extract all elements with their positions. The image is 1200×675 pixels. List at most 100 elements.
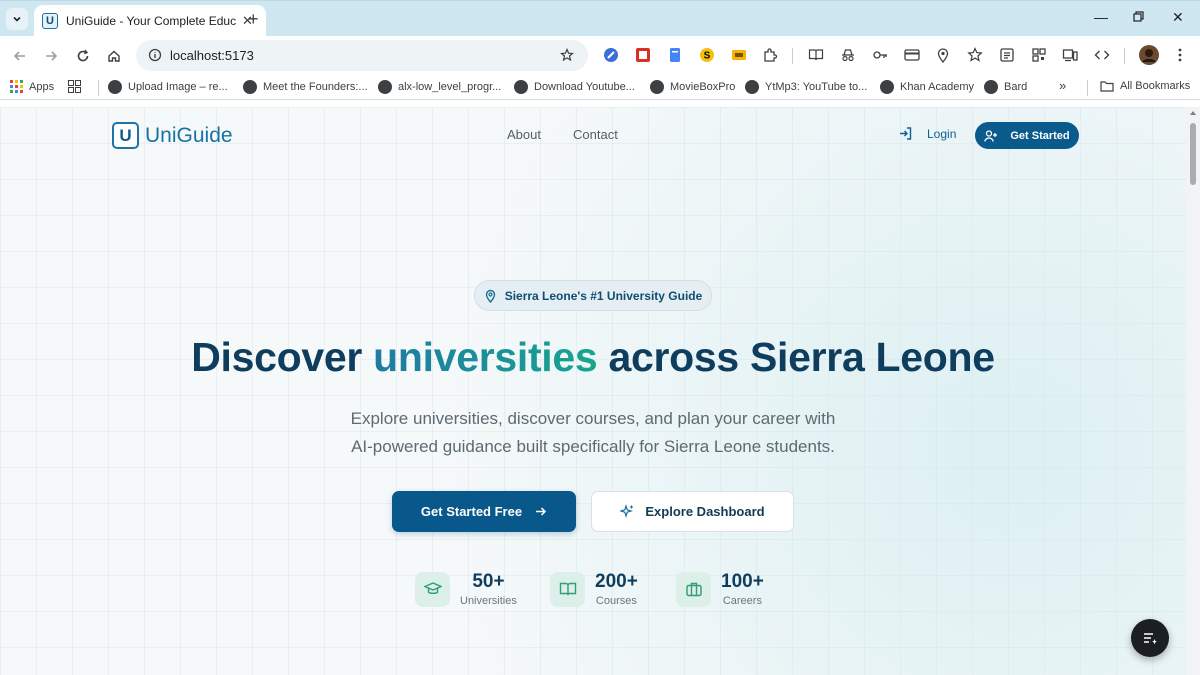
reading-mode-icon[interactable] xyxy=(808,47,824,63)
stat-universities: 50+ Universities xyxy=(415,571,517,607)
devtools-code-icon[interactable] xyxy=(1094,47,1110,63)
bookmark-label: Download Youtube... xyxy=(534,81,635,93)
globe-icon xyxy=(243,80,257,94)
scrollbar-thumb[interactable] xyxy=(1190,123,1196,185)
bookmark-apps[interactable]: Apps xyxy=(10,80,54,93)
extensions-puzzle-icon[interactable] xyxy=(762,47,778,63)
bookmark-bard[interactable]: Bard xyxy=(984,80,1027,94)
nav-link-contact[interactable]: Contact xyxy=(573,127,618,142)
logo-text: UniGuide xyxy=(145,123,233,147)
assistant-chat-button[interactable] xyxy=(1131,619,1169,657)
bookmark-label: Apps xyxy=(29,80,55,93)
headline-pre: Discover xyxy=(191,334,374,380)
scroll-up-arrow-icon[interactable] xyxy=(1190,111,1196,115)
close-window-button[interactable]: ✕ xyxy=(1172,9,1184,26)
bookmarks-overflow-button[interactable]: » xyxy=(1059,78,1066,93)
kebab-menu-icon[interactable] xyxy=(1172,47,1188,63)
map-pin-icon xyxy=(485,289,495,303)
stat-label: Careers xyxy=(722,595,762,607)
stat-label: Universities xyxy=(460,595,517,607)
browser-tabstrip: U UniGuide - Your Complete Educ ✕ + — ✕ xyxy=(0,0,1200,37)
login-button[interactable]: Login xyxy=(898,126,956,141)
browser-toolbar: localhost:5173 S xyxy=(0,36,1200,76)
home-button[interactable] xyxy=(104,46,124,66)
bookmark-khan-academy[interactable]: Khan Academy xyxy=(880,80,974,94)
forward-button[interactable] xyxy=(41,46,61,66)
folder-icon xyxy=(1100,81,1114,92)
rocket-extension-icon[interactable] xyxy=(603,47,619,63)
briefcase-icon xyxy=(676,571,711,607)
book-open-icon xyxy=(550,571,585,607)
location-pin-icon[interactable] xyxy=(935,47,951,63)
qr-code-icon[interactable] xyxy=(1031,47,1047,63)
bookmark-label: Bard xyxy=(1004,81,1028,93)
payment-card-icon[interactable] xyxy=(904,47,920,63)
bookmark-star-icon[interactable] xyxy=(560,48,574,62)
screenshot-extension-icon[interactable] xyxy=(635,47,651,63)
reading-list-icon[interactable] xyxy=(999,47,1015,63)
bookmark-label: Khan Academy xyxy=(900,81,974,93)
headline-post: across Sierra Leone xyxy=(597,334,995,380)
sparkles-icon xyxy=(620,504,634,518)
url-text: localhost:5173 xyxy=(170,48,254,63)
all-bookmarks[interactable]: All Bookmarks xyxy=(1100,80,1190,92)
cta-primary-label: Get Started Free xyxy=(420,504,523,519)
stat-value: 200+ xyxy=(595,571,638,592)
nav-link-about[interactable]: About xyxy=(507,127,541,142)
arrow-right-icon xyxy=(536,507,547,516)
favorites-star-icon[interactable] xyxy=(967,47,983,63)
all-bookmarks-label: All Bookmarks xyxy=(1120,80,1191,92)
get-started-free-button[interactable]: Get Started Free xyxy=(392,491,576,532)
bookmark-download-youtube[interactable]: Download Youtube... xyxy=(514,80,635,94)
stat-value: 100+ xyxy=(721,571,764,592)
address-bar[interactable]: localhost:5173 xyxy=(136,40,588,71)
explore-dashboard-button[interactable]: Explore Dashboard xyxy=(591,491,794,532)
user-plus-icon xyxy=(984,129,998,142)
cast-devices-icon[interactable] xyxy=(1062,47,1078,63)
get-started-button[interactable]: Get Started xyxy=(975,122,1079,149)
back-arrow-icon xyxy=(13,51,25,61)
note-extension-icon[interactable] xyxy=(731,47,747,63)
bookmark-alx[interactable]: alx-low_level_progr... xyxy=(378,80,501,94)
bookmark-meet-founders[interactable]: Meet the Founders:... xyxy=(243,80,368,94)
bookmarks-divider xyxy=(98,80,99,96)
globe-icon xyxy=(984,80,998,94)
restore-window-button[interactable] xyxy=(1133,9,1144,25)
profile-avatar[interactable] xyxy=(1139,45,1159,65)
graduation-cap-icon xyxy=(415,571,450,607)
hero-badge-text: Sierra Leone's #1 University Guide xyxy=(504,288,703,303)
site-info-icon[interactable] xyxy=(148,48,162,62)
login-label: Login xyxy=(927,126,957,141)
forward-arrow-icon xyxy=(46,51,58,61)
globe-icon xyxy=(514,80,528,94)
docs-extension-icon[interactable] xyxy=(667,47,683,63)
globe-icon xyxy=(108,80,122,94)
bookmark-label: YtMp3: YouTube to... xyxy=(765,81,868,93)
bookmark-ytmp3[interactable]: YtMp3: YouTube to... xyxy=(745,80,867,94)
reload-icon xyxy=(77,49,89,62)
tab-search-button[interactable] xyxy=(6,8,28,30)
bookmark-upload-image[interactable]: Upload Image – re... xyxy=(108,80,228,94)
incognito-icon[interactable] xyxy=(840,47,856,63)
bookmarks-divider xyxy=(1087,80,1088,96)
hero-badge: Sierra Leone's #1 University Guide xyxy=(474,280,712,311)
back-button[interactable] xyxy=(10,46,30,66)
new-tab-button[interactable]: + xyxy=(248,10,259,28)
password-key-icon[interactable] xyxy=(872,47,888,63)
minimize-window-button[interactable]: — xyxy=(1094,9,1108,25)
headline-accent: universities xyxy=(373,334,598,380)
get-started-label: Get Started xyxy=(1010,129,1070,142)
s-extension-icon[interactable]: S xyxy=(699,47,715,63)
reload-button[interactable] xyxy=(73,46,93,66)
cta-secondary-label: Explore Dashboard xyxy=(645,504,765,519)
bookmark-movieboxpro[interactable]: MovieBoxPro xyxy=(650,80,735,94)
page-scrollbar[interactable] xyxy=(1186,107,1200,675)
github-icon xyxy=(378,80,392,94)
bookmark-tab-groups[interactable] xyxy=(68,80,81,93)
browser-tab-active[interactable]: U UniGuide - Your Complete Educ ✕ xyxy=(34,5,266,37)
svg-text:S: S xyxy=(704,51,711,62)
uniguide-logo[interactable]: U UniGuide xyxy=(112,122,233,149)
hero-subtitle-line-1: Explore universities, discover courses, … xyxy=(350,409,836,428)
uniguide-favicon-icon: U xyxy=(42,13,58,29)
stat-text: 100+ Careers xyxy=(721,571,764,607)
